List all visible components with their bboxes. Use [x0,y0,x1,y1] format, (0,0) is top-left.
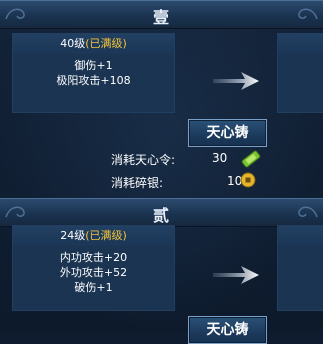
stat-line: 破伤+1 [74,281,113,294]
tianxin-token-icon [241,150,261,168]
level-bar [278,34,323,54]
stats-list: 御伤+1 极阳攻击+108 [13,54,174,88]
forge-section-1: 壹 40级(已满级) 御伤+1 极阳攻击+108 天心铸 消耗天心令: 30 消… [0,0,323,198]
arrow-right-icon [213,266,259,284]
arrow-right-icon [213,72,259,90]
cost-token-label: 消耗天心令: [111,153,176,167]
stat-line: 内功攻击+20 [59,251,128,264]
current-stats-panel: 40级(已满级) 御伤+1 极阳攻击+108 [12,33,175,113]
current-stats-panel: 24级(已满级) 内功攻击+20 外功攻击+52 破伤+1 [12,225,175,311]
max-level-badge: (已满级) [85,37,127,50]
section-title: 贰 [152,206,170,225]
max-level-badge: (已满级) [85,229,127,242]
stat-line: 外功攻击+52 [59,266,128,279]
level-bar: 24级(已满级) [13,226,174,246]
section-title: 壹 [152,8,170,27]
cost-silver-label: 消耗碎银: [111,176,164,190]
next-stats-panel [277,33,323,113]
forge-section-2: 贰 24级(已满级) 内功攻击+20 外功攻击+52 破伤+1 天心铸 [0,198,323,344]
section-header: 壹 [0,0,323,29]
silver-coin-icon [240,172,256,188]
level-value: 24级 [60,229,86,242]
next-stats-panel [277,225,323,311]
scroll-ornament-icon [298,8,318,20]
level-bar: 40级(已满级) [13,34,174,54]
stat-line: 极阳攻击+108 [56,74,131,87]
level-value: 40级 [60,37,86,50]
level-bar [278,226,323,246]
stat-line: 御伤+1 [74,59,113,72]
forge-button[interactable]: 天心铸 [188,316,267,344]
scroll-ornament-icon [298,206,318,218]
cost-token-value: 30 [212,151,228,165]
section-header: 贰 [0,198,323,227]
stats-list: 内功攻击+20 外功攻击+52 破伤+1 [13,246,174,295]
forge-button[interactable]: 天心铸 [188,119,267,147]
